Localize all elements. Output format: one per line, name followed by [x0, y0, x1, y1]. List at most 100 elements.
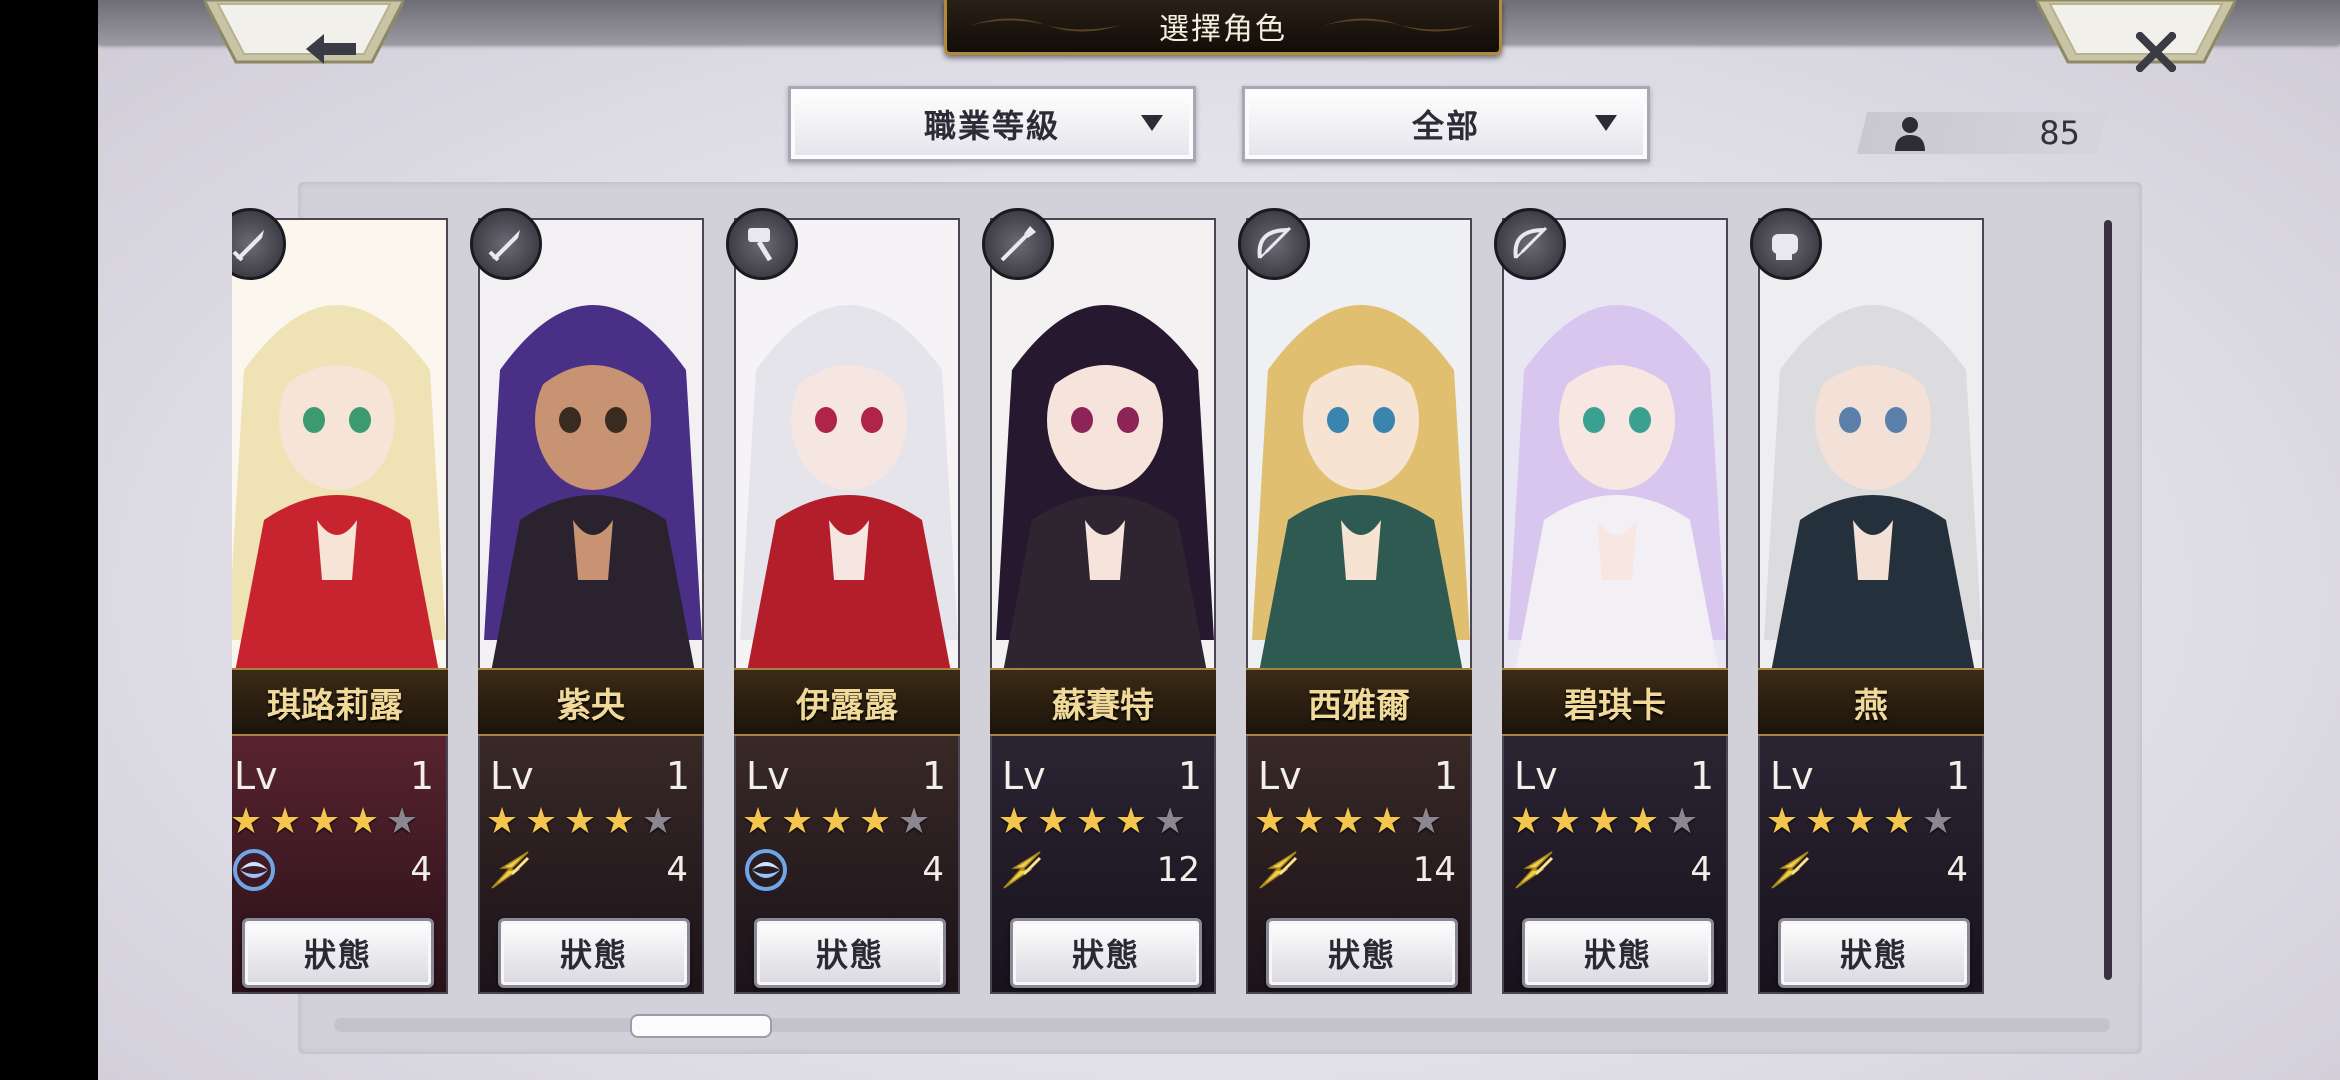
wind-element-icon [232, 848, 276, 892]
chevron-down-icon [1595, 115, 1617, 131]
star-icon: ★ [897, 801, 931, 842]
character-portrait[interactable] [990, 218, 1216, 728]
character-name: 碧琪卡 [1502, 668, 1728, 736]
back-button[interactable] [204, 0, 404, 64]
character-name: 燕 [1758, 668, 1984, 736]
element-row: 14 [1246, 848, 1472, 894]
character-name: 紫央 [478, 668, 704, 736]
star-icon: ★ [1509, 801, 1543, 842]
star-icon: ★ [1292, 801, 1326, 842]
level-label: Lv [234, 754, 278, 798]
character-name: 伊露露 [734, 668, 960, 736]
character-portrait[interactable] [478, 218, 704, 728]
star-icon: ★ [1075, 801, 1109, 842]
star-icon: ★ [232, 801, 263, 842]
card-list[interactable]: 琪路莉露 Lv 1 ★ ★ ★ ★ ★ 4 狀態 紫央 Lv 1 ★ ★ ★ ★ ★ 4 [232, 200, 2112, 1020]
bow-icon [1238, 208, 1310, 280]
character-portrait[interactable] [1246, 218, 1472, 728]
star-icon: ★ [1626, 801, 1660, 842]
next-card-peek [2104, 220, 2112, 980]
star-icon: ★ [524, 801, 558, 842]
cost-value: 14 [1412, 850, 1456, 890]
lightning-element-icon [488, 848, 532, 892]
star-icon: ★ [346, 801, 380, 842]
level-row: Lv 1 [1758, 754, 1984, 800]
star-icon: ★ [1253, 801, 1287, 842]
status-button[interactable]: 狀態 [1522, 918, 1714, 988]
rarity-stars: ★ ★ ★ ★ ★ [482, 802, 704, 842]
status-button[interactable]: 狀態 [1266, 918, 1458, 988]
element-row: 4 [478, 848, 704, 894]
status-button[interactable]: 狀態 [1010, 918, 1202, 988]
element-row: 4 [232, 848, 448, 894]
star-icon: ★ [1587, 801, 1621, 842]
lightning-element-icon [1512, 848, 1556, 892]
star-icon: ★ [602, 801, 636, 842]
star-icon: ★ [1804, 801, 1838, 842]
level-value: 1 [409, 754, 434, 798]
character-card[interactable]: 西雅爾 Lv 1 ★ ★ ★ ★ ★ 14 狀態 [1238, 208, 1472, 994]
star-icon: ★ [1370, 801, 1404, 842]
lightning-element-icon [1000, 848, 1044, 892]
sword-icon [470, 208, 542, 280]
page-title: 選擇角色 [1159, 12, 1287, 47]
star-icon: ★ [1765, 801, 1799, 842]
level-label: Lv [1002, 754, 1046, 798]
rarity-stars: ★ ★ ★ ★ ★ [994, 802, 1216, 842]
scroll-thumb[interactable] [630, 1014, 772, 1038]
level-row: Lv 1 [734, 754, 960, 800]
star-icon: ★ [1843, 801, 1877, 842]
rarity-stars: ★ ★ ★ ★ ★ [1506, 802, 1728, 842]
chevron-down-icon [1141, 115, 1163, 131]
character-name: 琪路莉露 [232, 668, 448, 736]
character-card[interactable]: 碧琪卡 Lv 1 ★ ★ ★ ★ ★ 4 狀態 [1494, 208, 1728, 994]
status-button[interactable]: 狀態 [754, 918, 946, 988]
level-value: 1 [1945, 754, 1970, 798]
level-label: Lv [1770, 754, 1814, 798]
sort-dropdown[interactable]: 職業等級 [788, 86, 1196, 162]
character-portrait[interactable] [232, 218, 448, 728]
status-button[interactable]: 狀態 [1778, 918, 1970, 988]
level-value: 1 [1689, 754, 1714, 798]
character-card[interactable]: 琪路莉露 Lv 1 ★ ★ ★ ★ ★ 4 狀態 [232, 208, 448, 994]
roster-count: 85 [1862, 112, 2102, 154]
star-icon: ★ [1153, 801, 1187, 842]
cost-value: 4 [922, 850, 944, 890]
character-portrait[interactable] [734, 218, 960, 728]
character-card[interactable]: 蘇賽特 Lv 1 ★ ★ ★ ★ ★ 12 狀態 [982, 208, 1216, 994]
lightning-element-icon [1256, 848, 1300, 892]
level-row: Lv 1 [1246, 754, 1472, 800]
character-portrait[interactable] [1758, 218, 1984, 728]
star-icon: ★ [641, 801, 675, 842]
rarity-stars: ★ ★ ★ ★ ★ [1762, 802, 1984, 842]
character-card[interactable]: 紫央 Lv 1 ★ ★ ★ ★ ★ 4 狀態 [470, 208, 704, 994]
character-name: 西雅爾 [1246, 668, 1472, 736]
category-dropdown-label: 全部 [1411, 107, 1480, 145]
cost-value: 4 [410, 850, 432, 890]
scroll-track[interactable] [334, 1018, 2110, 1032]
status-button[interactable]: 狀態 [498, 918, 690, 988]
level-value: 1 [921, 754, 946, 798]
star-icon: ★ [858, 801, 892, 842]
title-plate: 選擇角色 [944, 0, 1502, 55]
rarity-stars: ★ ★ ★ ★ ★ [232, 802, 448, 842]
character-card[interactable]: 伊露露 Lv 1 ★ ★ ★ ★ ★ 4 狀態 [726, 208, 960, 994]
character-name: 蘇賽特 [990, 668, 1216, 736]
wind-element-icon [744, 848, 788, 892]
bow-icon [1494, 208, 1566, 280]
category-dropdown[interactable]: 全部 [1242, 86, 1650, 162]
star-icon: ★ [1665, 801, 1699, 842]
element-row: 4 [734, 848, 960, 894]
star-icon: ★ [485, 801, 519, 842]
lightning-element-icon [1768, 848, 1812, 892]
level-label: Lv [1258, 754, 1302, 798]
cost-value: 4 [1690, 850, 1712, 890]
level-row: Lv 1 [990, 754, 1216, 800]
star-icon: ★ [563, 801, 597, 842]
close-button[interactable] [2036, 0, 2236, 72]
element-row: 4 [1758, 848, 1984, 894]
character-card[interactable]: 燕 Lv 1 ★ ★ ★ ★ ★ 4 狀態 [1750, 208, 1984, 994]
status-button[interactable]: 狀態 [242, 918, 434, 988]
character-portrait[interactable] [1502, 218, 1728, 728]
sort-dropdown-label: 職業等級 [923, 107, 1060, 145]
